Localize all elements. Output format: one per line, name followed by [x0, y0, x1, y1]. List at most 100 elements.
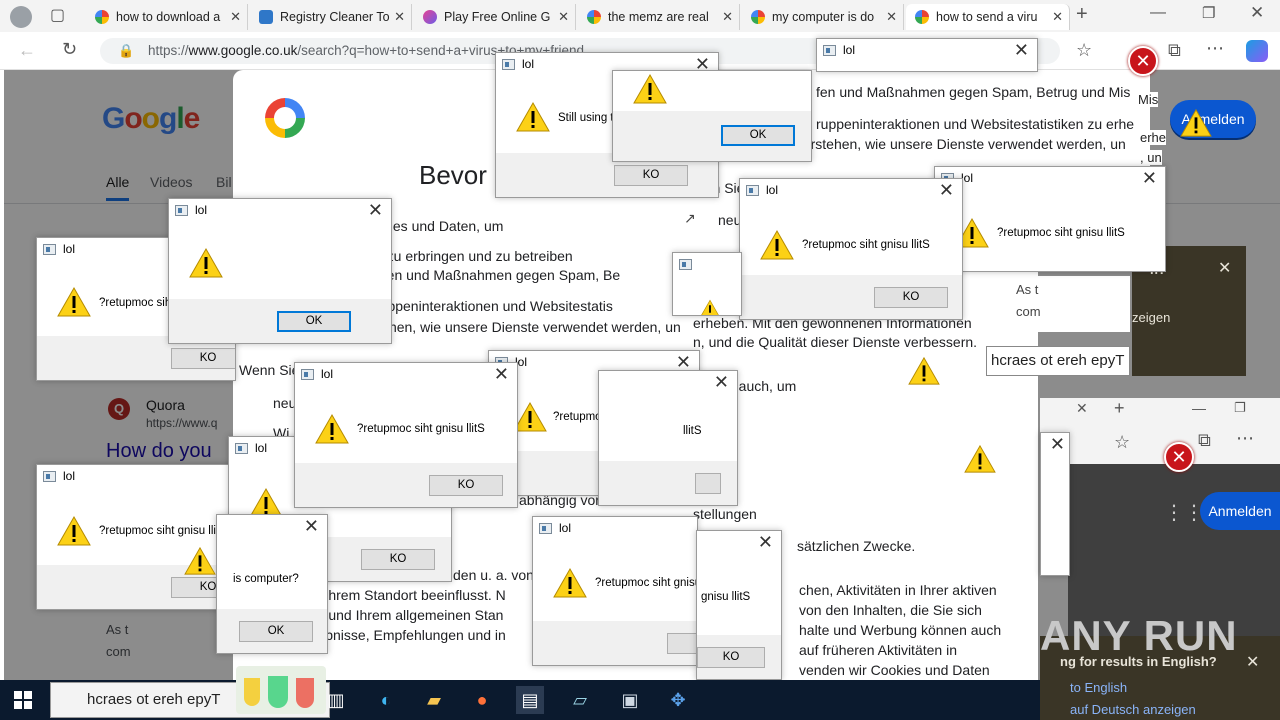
file-explorer-icon[interactable]: ▰	[420, 686, 448, 714]
maximize-icon[interactable]: ❐	[1234, 400, 1246, 416]
close-icon[interactable]: ✕	[368, 200, 383, 221]
close-icon[interactable]: ✕	[1050, 434, 1065, 455]
consent-line: neu	[718, 212, 742, 228]
dialog-title: lol	[559, 521, 572, 535]
dialog-title: lol	[255, 441, 268, 455]
consent-line: von den Inhalten, die Sie sich	[799, 602, 982, 618]
edge-browser-icon[interactable]: ◐	[372, 686, 400, 714]
apps-grid-icon[interactable]: ⋮⋮	[1164, 500, 1204, 525]
white-fragment: As t com	[1016, 276, 1130, 332]
dialog-title: lol	[321, 367, 334, 381]
favorites-star-icon[interactable]: ☆	[1076, 40, 1092, 61]
close-icon[interactable]: ✕	[1218, 258, 1231, 278]
tab-my-computer-is[interactable]: my computer is do ✕	[742, 4, 904, 30]
ok-button[interactable]: OK	[721, 125, 795, 146]
tab-memz-are-real[interactable]: the memz are real ✕	[578, 4, 740, 30]
consent-line: den u. a. von	[453, 567, 534, 583]
tab-how-to-send-a-virus[interactable]: how to send a viru ✕	[906, 4, 1070, 30]
ok-button[interactable]: OK	[239, 621, 313, 642]
collections-icon[interactable]: ⧉	[1168, 40, 1181, 61]
warning-icon	[964, 444, 996, 474]
close-icon[interactable]: ✕	[494, 364, 509, 385]
close-icon[interactable]: ✕	[758, 532, 773, 553]
reload-icon[interactable]: ↻	[62, 39, 77, 60]
close-icon[interactable]: ✕	[1246, 652, 1259, 672]
maximize-icon[interactable]: ❐	[1202, 4, 1215, 22]
app-icon	[43, 244, 56, 255]
windows-start-icon[interactable]	[14, 691, 32, 709]
profile-avatar-icon[interactable]	[10, 6, 32, 28]
close-tab-icon[interactable]: ✕	[558, 4, 569, 30]
new-tab-button[interactable]: +	[1076, 3, 1088, 26]
trending-icon: ↗	[684, 210, 696, 226]
minimize-icon[interactable]: —	[1150, 4, 1166, 22]
close-icon[interactable]: ✕	[1014, 40, 1029, 61]
app-window-icon[interactable]: ▤	[516, 686, 544, 714]
consent-line: neu	[273, 395, 297, 411]
tab-play-free-online[interactable]: Play Free Online G ✕	[414, 4, 576, 30]
consent-line: ruppeninteraktionen und Websitestatis	[375, 298, 613, 314]
app-icon[interactable]: ▣	[616, 686, 644, 714]
tab-registry-cleaner[interactable]: Registry Cleaner To ✕	[250, 4, 412, 30]
consent-line: venden wir Cookies und Daten	[799, 662, 990, 678]
consent-line: sätzlichen Zwecke.	[797, 538, 916, 554]
app-icon	[502, 59, 515, 70]
ko-button[interactable]: KO	[614, 165, 688, 186]
close-tab-icon[interactable]: ✕	[394, 4, 405, 30]
more-menu-icon[interactable]: ⋯	[1206, 38, 1224, 59]
firefox-icon[interactable]: ●	[468, 686, 496, 714]
close-icon[interactable]: ✕	[714, 372, 729, 393]
dialog-title: lol	[843, 43, 856, 57]
ko-button[interactable]	[695, 473, 721, 494]
ko-button[interactable]: KO	[361, 549, 435, 570]
minimize-icon[interactable]: —	[1192, 400, 1206, 416]
tab-actions-icon[interactable]: ▢	[50, 5, 65, 25]
consent-line: Wenn Sie	[239, 362, 300, 378]
collections-icon[interactable]: ⧉	[1198, 430, 1211, 451]
registry-favicon-icon	[259, 10, 273, 24]
close-tab-icon[interactable]: ✕	[1076, 400, 1088, 417]
ko-button[interactable]: KO	[697, 647, 765, 668]
lol-dialog: lol ?retupmoc siht gnisu llitS	[532, 516, 698, 666]
consent-line: e zu erbringen und zu betreiben	[375, 248, 573, 264]
close-tab-icon[interactable]: ✕	[1052, 4, 1063, 30]
dialog-title: lol	[766, 183, 779, 197]
close-tab-icon[interactable]: ✕	[722, 4, 733, 30]
close-window-icon[interactable]: ✕	[1250, 3, 1264, 23]
close-tab-icon[interactable]: ✕	[886, 4, 897, 30]
consent-line: stellungen	[693, 506, 757, 522]
ok-button[interactable]: OK	[277, 311, 351, 332]
browser-tab-bar: ▢ how to download a ✕ Registry Cleaner To…	[0, 0, 1280, 32]
type-search-fragment[interactable]: hcraes ot ereh epyT	[986, 346, 1130, 376]
side-fragment: , un	[1140, 150, 1162, 165]
close-icon[interactable]: ✕	[1142, 168, 1157, 189]
app-icon	[679, 259, 692, 270]
game-favicon-icon	[423, 10, 437, 24]
chemistry-flasks-icon	[236, 666, 326, 714]
close-tab-icon[interactable]: ✕	[230, 4, 241, 30]
close-icon[interactable]: ✕	[304, 516, 319, 537]
ko-button[interactable]: KO	[429, 475, 503, 496]
anmelden-button[interactable]: Anmelden	[1200, 492, 1280, 530]
notepad-icon[interactable]: ▱	[566, 686, 594, 714]
consent-line: halte und Werbung können auch	[799, 622, 1002, 638]
new-tab-icon[interactable]: +	[1114, 398, 1125, 419]
close-icon[interactable]: ✕	[939, 180, 954, 201]
tab-how-to-download[interactable]: how to download a ✕	[86, 4, 248, 30]
ko-button[interactable]: KO	[874, 287, 948, 308]
lol-dialog: ✕ is computer? OK	[216, 514, 328, 654]
app-icon	[823, 45, 836, 56]
lol-dialog: ✕ llitS	[598, 370, 738, 506]
app-icon	[235, 443, 248, 454]
ko-button[interactable]: KO	[171, 348, 235, 369]
task-view-icon[interactable]: ▥	[322, 686, 350, 714]
google-favicon-icon	[915, 10, 929, 24]
back-arrow-icon[interactable]: ←	[18, 40, 36, 61]
network-app-icon[interactable]: ✥	[664, 686, 692, 714]
app-icon	[539, 523, 552, 534]
side-fragment: Mis	[1138, 92, 1159, 107]
copilot-icon[interactable]	[1246, 40, 1268, 62]
favorites-star-icon[interactable]: ☆	[1114, 432, 1130, 453]
ko-button[interactable]	[667, 633, 697, 654]
more-menu-icon[interactable]: ⋯	[1236, 428, 1254, 449]
